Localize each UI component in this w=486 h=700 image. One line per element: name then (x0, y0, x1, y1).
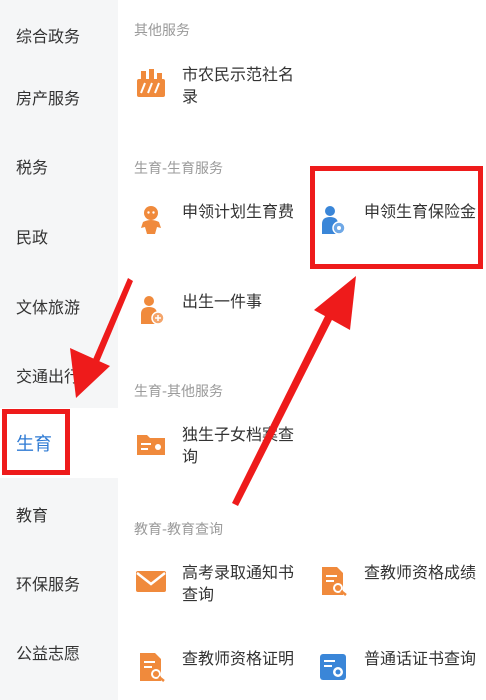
service-teacher-cert-proof[interactable]: 查教师资格证明 (134, 648, 298, 684)
service-only-child-archive[interactable]: 独生子女档案查询 (134, 424, 298, 468)
sidebar-item-education[interactable]: 教育 (0, 479, 118, 549)
certificate-icon (316, 650, 350, 684)
sidebar-item-general-affairs[interactable]: 综合政务 (0, 0, 118, 70)
section-title-birth-other: 生育-其他服务 (134, 384, 224, 400)
baby-icon (134, 203, 168, 237)
highlight-box-birth-tab (2, 409, 70, 475)
service-farmer-coop-list[interactable]: 市农民示范社名录 (134, 64, 298, 108)
service-label: 查教师资格成绩 (364, 563, 477, 582)
service-gaokao-admission[interactable]: 高考录取通知书查询 (134, 562, 298, 606)
service-label: 申领计划生育费 (182, 202, 295, 221)
service-label: 出生一件事 (182, 292, 263, 311)
envelope-icon (134, 564, 168, 598)
doc-search-icon (134, 650, 168, 684)
doc-search-icon (316, 564, 350, 598)
service-label: 查教师资格证明 (182, 649, 295, 668)
category-sidebar: 综合政务 房产服务 税务 民政 文体旅游 交通出行 生育 教育 环保服务 公益志… (0, 0, 118, 700)
sidebar-item-housing[interactable]: 房产服务 (0, 62, 118, 132)
sidebar-item-civil-affairs[interactable]: 民政 (0, 201, 118, 271)
service-birth-one-stop[interactable]: 出生一件事 (134, 291, 298, 327)
service-label: 独生子女档案查询 (182, 425, 295, 466)
folder-icon (134, 426, 168, 460)
sidebar-item-tax[interactable]: 税务 (0, 131, 118, 201)
section-title-other: 其他服务 (134, 23, 190, 39)
sidebar-item-volunteer[interactable]: 公益志愿 (0, 617, 118, 687)
sidebar-item-culture-tourism[interactable]: 文体旅游 (0, 271, 118, 341)
sidebar-item-transport[interactable]: 交通出行 (0, 340, 118, 410)
highlight-box-maternity-insurance (310, 166, 483, 269)
section-title-education-query: 教育-教育查询 (134, 522, 224, 538)
service-label: 市农民示范社名录 (182, 65, 295, 106)
service-list: 其他服务 市农民示范社名录 生育-生育服务 申领计划生育费 申领生育保险金 出生… (118, 0, 486, 700)
building-icon (134, 66, 168, 100)
service-label: 普通话证书查询 (364, 649, 477, 668)
service-label: 高考录取通知书查询 (182, 563, 295, 604)
sidebar-item-environment[interactable]: 环保服务 (0, 548, 118, 618)
service-teacher-cert-score[interactable]: 查教师资格成绩 (316, 562, 480, 598)
section-title-birth-service: 生育-生育服务 (134, 161, 224, 177)
service-mandarin-certificate[interactable]: 普通话证书查询 (316, 648, 480, 684)
newborn-icon (134, 293, 168, 327)
service-family-planning-fee[interactable]: 申领计划生育费 (134, 201, 298, 237)
